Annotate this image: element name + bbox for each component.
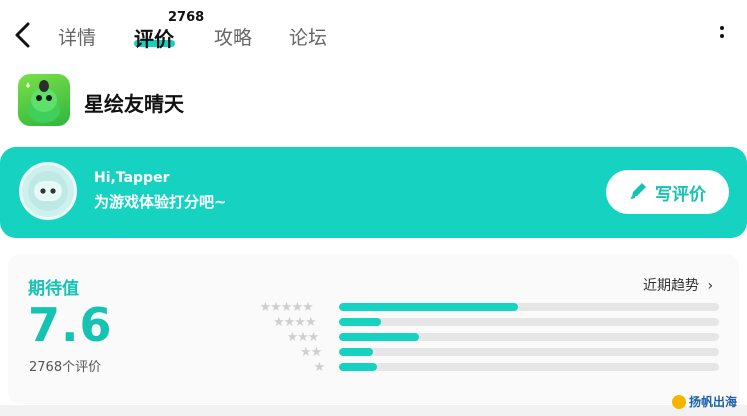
rating-score: 7.6 <box>28 298 113 352</box>
star-icons: ★ <box>313 360 326 375</box>
expectation-label: 期待值 <box>28 279 79 299</box>
rating-row: ★★★★★ <box>250 301 720 315</box>
review-count: 2768个评价 <box>29 360 102 375</box>
back-icon[interactable] <box>12 20 34 50</box>
rating-bar-track <box>339 363 719 371</box>
greeting-text: Hi,Tapper <box>94 170 170 186</box>
tab-forum[interactable]: 论坛 <box>289 23 327 50</box>
bottom-divider <box>0 405 747 416</box>
app-icon <box>18 74 70 126</box>
star-icons: ★★★★★ <box>259 300 314 315</box>
rating-bar-fill <box>339 318 381 326</box>
chevron-right-icon: › <box>707 278 714 294</box>
rating-row: ★★ <box>250 346 720 360</box>
watermark-logo-icon <box>672 394 686 409</box>
more-options-icon[interactable] <box>715 22 729 48</box>
rating-row: ★ <box>250 361 720 375</box>
recent-trend-label: 近期趋势 <box>643 278 699 294</box>
watermark-text: 扬帆出海 <box>689 395 738 409</box>
tab-details[interactable]: 详情 <box>58 23 96 50</box>
rating-row: ★★★ <box>250 331 720 345</box>
star-icons: ★★ <box>300 345 322 360</box>
watermark: 扬帆出海 <box>672 393 737 410</box>
tab-reviews[interactable]: 评价 <box>134 23 174 52</box>
rating-bar-fill <box>339 333 419 341</box>
star-icons: ★★★★ <box>273 315 317 330</box>
write-review-button[interactable]: 写评价 <box>606 170 729 214</box>
app-title: 星绘友晴天 <box>84 92 184 116</box>
rating-bar-fill <box>339 303 518 311</box>
pen-icon <box>629 180 649 204</box>
prompt-text: 为游戏体验打分吧~ <box>94 193 227 211</box>
top-navigation-bar: 详情 评价 2768 攻略 论坛 <box>0 0 747 70</box>
rating-bar-fill <box>339 363 377 371</box>
rating-row: ★★★★ <box>250 316 720 330</box>
rating-bar-track <box>339 333 719 341</box>
rating-bar-track <box>339 318 719 326</box>
avatar <box>19 162 77 220</box>
recent-trend-link[interactable]: 近期趋势 › <box>643 275 713 295</box>
tab-guides[interactable]: 攻略 <box>214 23 252 50</box>
write-review-label: 写评价 <box>655 184 706 205</box>
rating-bar-track <box>339 303 719 311</box>
rating-bar-track <box>339 348 719 356</box>
star-icons: ★★★ <box>286 330 320 345</box>
rating-bar-fill <box>339 348 374 356</box>
reviews-count-badge: 2768 <box>168 10 205 25</box>
